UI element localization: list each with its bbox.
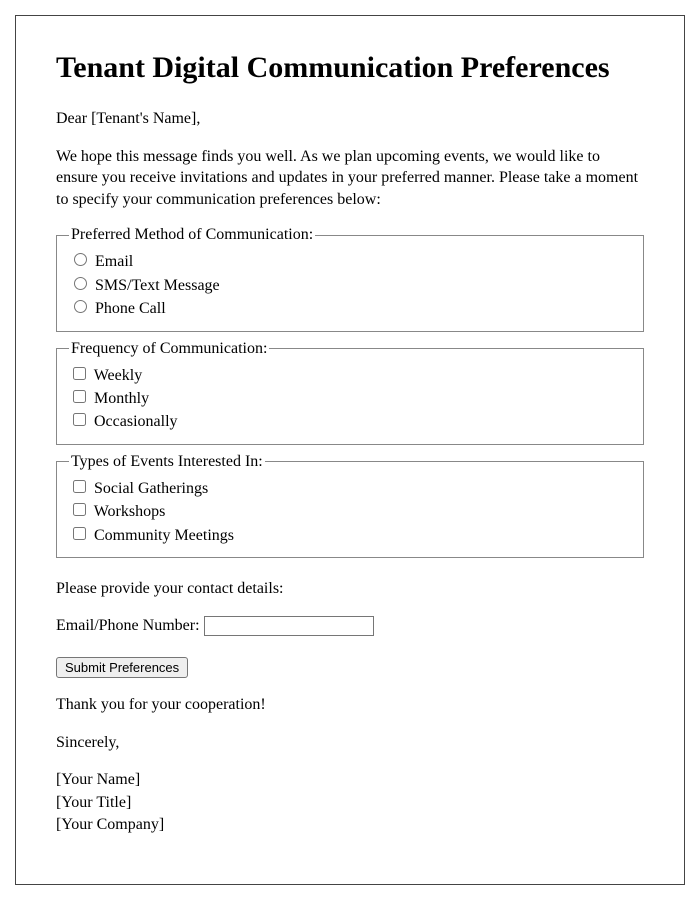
- document-container: Tenant Digital Communication Preferences…: [15, 15, 685, 885]
- frequency-option-row: Weekly: [69, 364, 631, 387]
- frequency-checkbox-monthly[interactable]: [73, 390, 86, 403]
- events-option-row: Community Meetings: [69, 524, 631, 547]
- frequency-fieldset: Frequency of Communication: Weekly Month…: [56, 340, 644, 445]
- method-radio-sms[interactable]: [74, 277, 87, 290]
- method-option-row: Email: [69, 250, 631, 273]
- method-radio-phone[interactable]: [74, 300, 87, 313]
- contact-prompt: Please provide your contact details:: [56, 578, 644, 600]
- method-label-email: Email: [95, 253, 133, 270]
- frequency-label-weekly: Weekly: [94, 367, 142, 384]
- events-checkbox-community[interactable]: [73, 527, 86, 540]
- method-label-sms: SMS/Text Message: [95, 277, 220, 294]
- page-title: Tenant Digital Communication Preferences: [56, 50, 644, 86]
- events-option-row: Workshops: [69, 500, 631, 523]
- method-label-phone: Phone Call: [95, 300, 166, 317]
- events-label-workshops: Workshops: [94, 503, 166, 520]
- frequency-option-row: Monthly: [69, 387, 631, 410]
- frequency-checkbox-weekly[interactable]: [73, 367, 86, 380]
- frequency-checkbox-occasionally[interactable]: [73, 413, 86, 426]
- events-checkbox-workshops[interactable]: [73, 503, 86, 516]
- contact-label: Email/Phone Number:: [56, 617, 204, 634]
- method-option-row: SMS/Text Message: [69, 274, 631, 297]
- closing-text: Sincerely,: [56, 732, 644, 754]
- events-label-community: Community Meetings: [94, 527, 234, 544]
- contact-row: Email/Phone Number:: [56, 615, 644, 637]
- method-legend: Preferred Method of Communication:: [69, 226, 315, 244]
- signature-name: [Your Name]: [56, 769, 644, 791]
- frequency-legend: Frequency of Communication:: [69, 340, 269, 358]
- frequency-option-row: Occasionally: [69, 410, 631, 433]
- signature-block: [Your Name] [Your Title] [Your Company]: [56, 769, 644, 836]
- frequency-label-monthly: Monthly: [94, 390, 149, 407]
- signature-company: [Your Company]: [56, 814, 644, 836]
- submit-button[interactable]: Submit Preferences: [56, 657, 188, 678]
- method-option-row: Phone Call: [69, 297, 631, 320]
- method-radio-email[interactable]: [74, 253, 87, 266]
- events-label-social: Social Gatherings: [94, 480, 208, 497]
- contact-section: Please provide your contact details: Ema…: [56, 578, 644, 637]
- thanks-text: Thank you for your cooperation!: [56, 694, 644, 716]
- greeting-text: Dear [Tenant's Name],: [56, 108, 644, 130]
- events-fieldset: Types of Events Interested In: Social Ga…: [56, 453, 644, 558]
- contact-input[interactable]: [204, 616, 374, 636]
- signature-title: [Your Title]: [56, 792, 644, 814]
- events-legend: Types of Events Interested In:: [69, 453, 265, 471]
- method-fieldset: Preferred Method of Communication: Email…: [56, 226, 644, 331]
- intro-text: We hope this message finds you well. As …: [56, 146, 644, 211]
- events-option-row: Social Gatherings: [69, 477, 631, 500]
- events-checkbox-social[interactable]: [73, 480, 86, 493]
- frequency-label-occasionally: Occasionally: [94, 413, 178, 430]
